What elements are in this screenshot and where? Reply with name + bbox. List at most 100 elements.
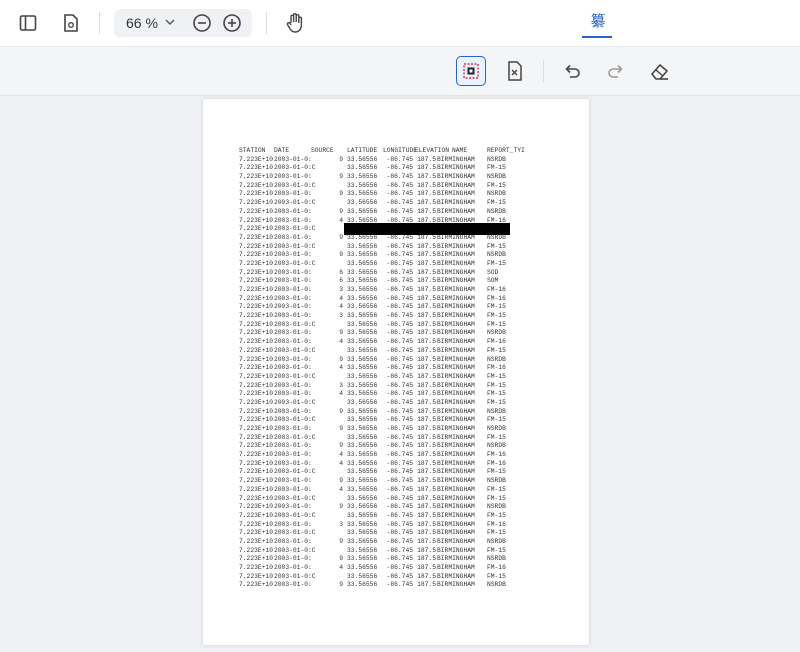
document-settings-icon[interactable] [57,9,85,37]
table-cell: -86.745 [386,416,413,424]
table-cell: 33.56556 [347,320,378,328]
column-header: SOURCE [311,147,334,154]
table-cell: 187.5 [417,346,436,354]
table-cell: 9 [339,355,343,363]
table-cell: 7.223E+10 [239,259,274,267]
table-cell: -86.745 [386,433,413,441]
table-cell: 33.56556 [347,199,378,207]
table-cell: 7.223E+10 [239,407,274,415]
table-cell: 9 [339,477,343,485]
zoom-value[interactable]: 66 % [126,15,158,31]
table-cell: FM-16 [487,520,506,528]
redo-icon[interactable] [601,56,631,86]
table-cell: 9 [339,537,343,545]
table-cell: BIRMINGHAM [437,520,475,528]
chevron-down-icon[interactable] [164,15,176,34]
table-cell: 7.223E+10 [239,294,274,302]
eraser-icon[interactable] [645,56,675,86]
table-cell: NSRDB [487,425,506,432]
table-cell: 187.5 [417,459,436,467]
hand-tool-icon[interactable] [281,9,309,37]
table-cell: 7.223E+10 [239,537,274,545]
sidebar-toggle-icon[interactable] [14,9,42,37]
table-cell: -86.745 [386,511,413,519]
table-cell: -86.745 [386,494,413,502]
table-cell: FM-16 [487,364,506,372]
table-cell: 33.56556 [347,181,378,189]
table-cell: BIRMINGHAM [437,416,475,424]
table-cell: 9 [339,173,343,181]
table-cell: 33.56556 [347,207,378,215]
column-header: DATE [274,147,290,154]
table-cell: 187.5 [417,564,436,571]
table-cell: -86.745 [386,381,413,389]
zoom-out-icon[interactable] [192,13,212,38]
table-cell: 2003-01-0: [274,303,312,311]
table-cell: 3 [339,381,343,389]
table-cell: 9 [339,581,343,589]
annotation-toolbar [0,47,800,96]
table-cell: 187.5 [417,425,436,432]
table-cell: 7.223E+10 [239,433,274,441]
table-cell: 33.56556 [347,398,378,406]
table-cell: BIRMINGHAM [437,494,475,502]
table-cell: 33.56556 [347,433,378,441]
table-cell: 7.223E+10 [239,346,274,354]
redact-area-icon[interactable] [456,56,486,86]
table-cell: 7.223E+10 [239,572,274,580]
table-cell: 3 [339,312,343,320]
table-cell: 2003-01-0: [274,207,312,215]
table-cell: 2003-01-0: [274,564,312,571]
table-cell: 7.223E+10 [239,477,274,485]
table-cell: BIRMINGHAM [437,529,475,537]
table-cell: -86.745 [386,503,413,511]
table-cell: BIRMINGHAM [437,190,475,198]
document-page[interactable]: STATION DATE SOURCE LATITUDE LONGITUDE E… [203,99,589,645]
table-cell: 2003-01-0: [274,581,312,589]
table-cell: -86.745 [386,581,413,589]
redaction-box[interactable] [344,223,510,235]
table-cell: 2003-01-0: [274,520,312,528]
table-cell: FM-15 [487,468,506,476]
table-cell: BIRMINGHAM [437,251,475,259]
toolbar-divider [266,12,267,34]
table-cell: 7.223E+10 [239,520,274,528]
table-cell: 33.56556 [347,390,378,398]
table-cell: FM-15 [487,433,506,441]
table-cell: 9 [339,407,343,415]
table-cell: 187.5 [417,312,436,320]
zoom-control[interactable]: 66 % [114,9,252,37]
table-cell: 187.5 [417,207,436,215]
table-cell: 187.5 [417,416,436,424]
table-cell: 6 [339,277,343,285]
table-cell: -86.745 [386,468,413,476]
undo-icon[interactable] [557,56,587,86]
table-cell: 2003-01-0: [274,407,312,415]
zoom-in-icon[interactable] [222,13,242,38]
table-cell: 7.223E+10 [239,372,274,380]
table-cell: 2003-01-0: [274,277,312,285]
tab-annotate[interactable]: 纂 [584,10,612,38]
table-cell: BIRMINGHAM [437,303,475,311]
table-cell: 33.56556 [347,329,378,337]
table-cell: -86.745 [386,199,413,207]
table-cell: 2003-01-0: [274,312,312,320]
table-cell: BIRMINGHAM [437,398,475,406]
table-cell: 33.56556 [347,494,378,502]
table-cell: -86.745 [386,268,413,276]
table-cell: 33.56556 [347,381,378,389]
table-cell: 33.56556 [347,155,378,163]
table-cell: 2003-01-0: [274,485,312,493]
table-cell: -86.745 [386,312,413,320]
table-cell: 2003-01-0: [274,216,312,224]
table-cell: 187.5 [417,433,436,441]
table-cell: 33.56556 [347,286,378,293]
table-cell: 4 [339,338,343,346]
table-cell: 4 [339,485,343,493]
redact-page-icon[interactable] [500,56,530,86]
table-cell: 7.223E+10 [239,581,274,589]
table-cell: 33.56556 [347,294,378,302]
table-cell: -86.745 [386,564,413,571]
table-cell: 187.5 [417,537,436,545]
table-cell: BIRMINGHAM [437,277,475,285]
